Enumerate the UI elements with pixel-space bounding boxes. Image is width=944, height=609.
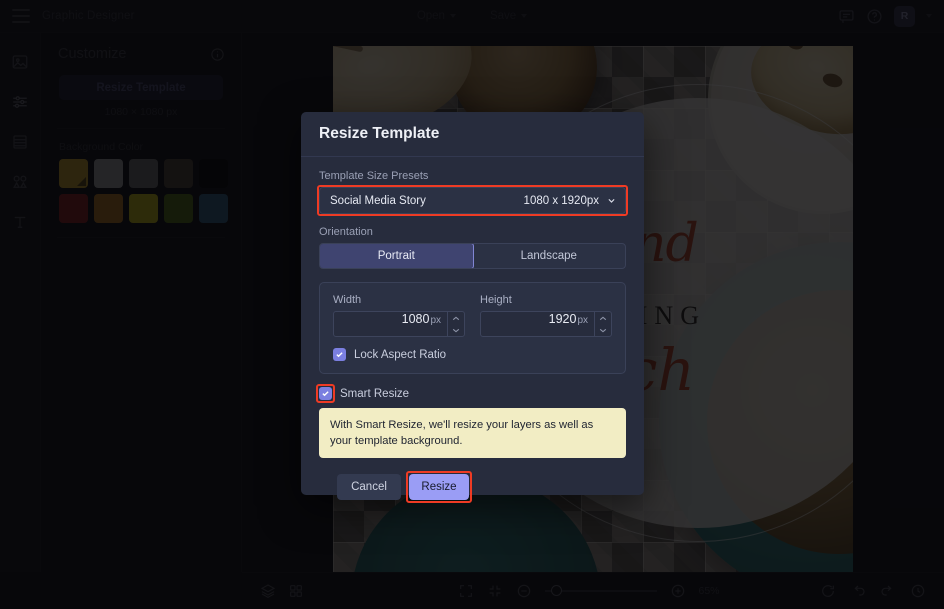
orientation-landscape-button[interactable]: Landscape <box>473 244 626 268</box>
width-input[interactable]: 1080 px <box>334 312 447 336</box>
width-value: 1080 <box>401 312 430 326</box>
width-field-group: Width 1080 px <box>333 294 465 337</box>
height-unit: px <box>577 315 588 326</box>
resize-button[interactable]: Resize <box>409 474 469 501</box>
height-field-group: Height 1920 px <box>480 294 612 337</box>
dialog-footer: Cancel Resize <box>319 458 626 504</box>
resize-template-dialog: Resize Template Template Size Presets So… <box>301 112 644 504</box>
lock-aspect-ratio-row[interactable]: Lock Aspect Ratio <box>333 348 612 361</box>
height-input[interactable]: 1920 px <box>481 312 594 336</box>
width-stepper[interactable] <box>447 312 464 336</box>
presets-label: Template Size Presets <box>319 170 429 182</box>
lock-aspect-ratio-checkbox[interactable] <box>333 348 346 361</box>
height-value: 1920 <box>548 312 577 326</box>
width-unit: px <box>430 315 441 326</box>
cancel-button[interactable]: Cancel <box>337 474 401 501</box>
chevron-down-icon <box>607 196 616 205</box>
dimensions-card: Width 1080 px Height 1920 px Lock Aspect… <box>319 282 626 374</box>
template-preset-select[interactable]: Social Media Story 1080 x 1920px <box>319 187 626 214</box>
orientation-label: Orientation <box>319 226 373 238</box>
orientation-portrait-button[interactable]: Portrait <box>320 244 474 268</box>
smart-resize-row[interactable]: Smart Resize <box>316 384 626 403</box>
smart-resize-tooltip: With Smart Resize, we'll resize your lay… <box>319 408 626 459</box>
width-label: Width <box>333 294 362 306</box>
orientation-segmented-control: Portrait Landscape <box>319 243 626 269</box>
height-stepper-down[interactable] <box>595 324 611 336</box>
preset-selected-label: Social Media Story <box>330 194 426 207</box>
smart-resize-label: Smart Resize <box>340 387 410 400</box>
dialog-title: Resize Template <box>319 125 440 142</box>
lock-aspect-ratio-label: Lock Aspect Ratio <box>354 348 447 361</box>
height-stepper[interactable] <box>594 312 611 336</box>
app-window: Graphic Designer Open Save <box>0 0 944 609</box>
preset-select-wrap: Social Media Story 1080 x 1920px <box>317 185 628 216</box>
dialog-body: Template Size Presets Social Media Story… <box>301 157 644 504</box>
preset-dimensions: 1080 x 1920px <box>523 194 599 207</box>
height-stepper-up[interactable] <box>595 312 611 324</box>
width-stepper-up[interactable] <box>448 312 464 324</box>
dialog-header: Resize Template <box>301 112 644 157</box>
smart-resize-checkbox[interactable] <box>319 387 332 400</box>
width-stepper-down[interactable] <box>448 324 464 336</box>
height-label: Height <box>480 294 512 306</box>
